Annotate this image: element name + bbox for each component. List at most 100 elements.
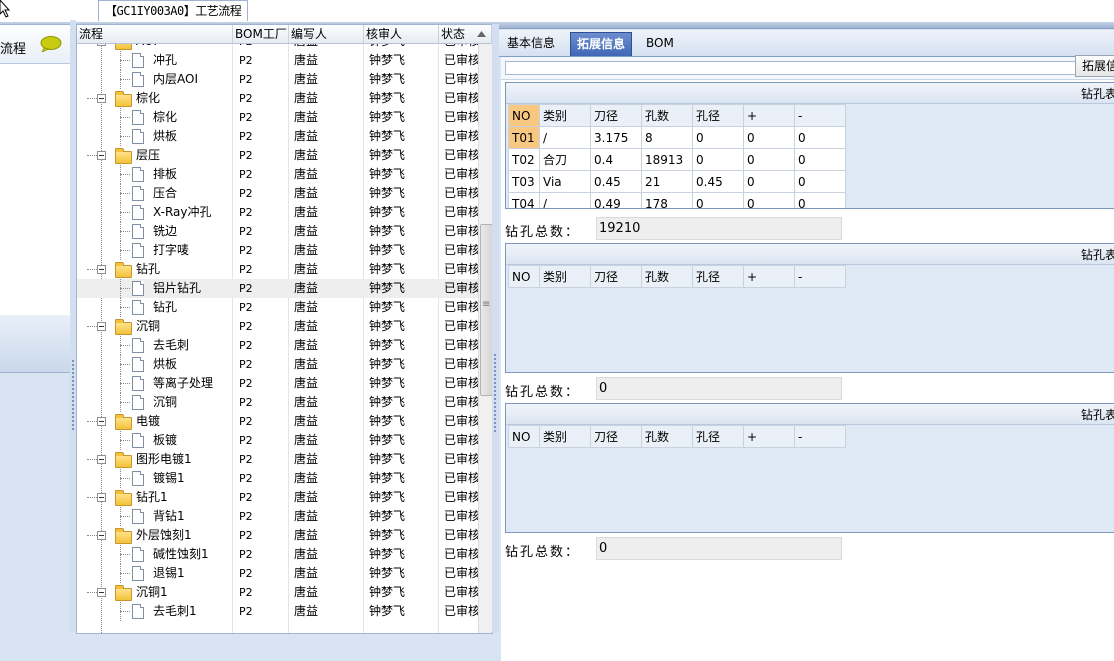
column-header-reviewer[interactable]: 核审人 <box>364 25 439 43</box>
table-header-cell[interactable]: 刀径 <box>590 425 642 448</box>
table-header-cell[interactable]: + <box>743 265 795 288</box>
table-row[interactable]: 钻孔 P2 唐益 钟梦飞 已审核 <box>77 260 478 279</box>
table-row[interactable]: 铝片钻孔 P2 唐益 钟梦飞 已审核 <box>77 279 478 298</box>
tab-basic-info[interactable]: 基本信息 <box>501 32 561 55</box>
author-cell: 唐益 <box>294 243 319 257</box>
collapse-toggle-icon[interactable] <box>97 94 106 103</box>
table-header-cell[interactable]: NO <box>508 104 540 127</box>
table-row[interactable]: 镀锡1 P2 唐益 钟梦飞 已审核 <box>77 469 478 488</box>
collapse-toggle-icon[interactable] <box>97 417 106 426</box>
table-header-cell[interactable]: 孔径 <box>692 265 744 288</box>
right-splitter[interactable] <box>492 24 499 632</box>
table-row[interactable]: 棕化 P2 唐益 钟梦飞 已审核 <box>77 89 478 108</box>
table-cell: / <box>539 126 591 149</box>
table-row[interactable]: 打字唛 P2 唐益 钟梦飞 已审核 <box>77 241 478 260</box>
table-row[interactable]: T04/0.49 178 0 0 0 <box>508 192 846 208</box>
vertical-scrollbar[interactable] <box>478 44 492 633</box>
table-header-cell[interactable]: - <box>794 265 846 288</box>
table-row[interactable]: 碱性蚀刻1 P2 唐益 钟梦飞 已审核 <box>77 545 478 564</box>
table-header-cell[interactable]: 孔数 <box>641 425 693 448</box>
table-header-cell[interactable]: 刀径 <box>590 104 642 127</box>
extended-search-input[interactable] <box>505 61 1077 75</box>
table-header-cell[interactable]: 孔数 <box>641 265 693 288</box>
collapse-toggle-icon[interactable] <box>97 151 106 160</box>
table-row[interactable]: 棕化 P2 唐益 钟梦飞 已审核 <box>77 108 478 127</box>
column-header-status[interactable]: 状态 <box>439 25 492 43</box>
chat-bubble-icon[interactable] <box>40 36 62 52</box>
table-row[interactable]: T02 合刀 0.4 18913 0 0 0 <box>508 148 846 171</box>
table-row[interactable]: 背钻1 P2 唐益 钟梦飞 已审核 <box>77 507 478 526</box>
bom-factory-cell: P2 <box>239 377 253 390</box>
drill-total-label: 钻孔总数： <box>505 385 581 400</box>
table-row[interactable]: 外层蚀刻1 P2 唐益 钟梦飞 已审核 <box>77 526 478 545</box>
column-header-bom-factory[interactable]: BOM工厂 <box>233 25 289 43</box>
column-header-process[interactable]: 流程 <box>77 25 233 43</box>
table-header-cell[interactable]: 类别 <box>539 104 591 127</box>
extended-info-button[interactable]: 拓展信 <box>1075 55 1114 77</box>
table-header-cell[interactable]: + <box>743 104 795 127</box>
collapse-toggle-icon[interactable] <box>97 588 106 597</box>
table-row[interactable]: T03 Via 0.45 21 0.45 0 0 <box>508 170 846 193</box>
table-row[interactable]: 层压 P2 唐益 钟梦飞 已审核 <box>77 146 478 165</box>
table-row[interactable]: 沉铜 P2 唐益 钟梦飞 已审核 <box>77 393 478 412</box>
extended-toolbar: 拓展信 <box>501 55 1114 80</box>
table-row[interactable]: 图形电镀1 P2 唐益 钟梦飞 已审核 <box>77 450 478 469</box>
table-row[interactable]: 排板 P2 唐益 钟梦飞 已审核 <box>77 165 478 184</box>
table-header-cell[interactable]: 孔数 <box>641 104 693 127</box>
table-row[interactable]: 铣边 P2 唐益 钟梦飞 已审核 <box>77 222 478 241</box>
table-header-cell[interactable]: - <box>794 425 846 448</box>
bom-factory-cell: P2 <box>239 206 253 219</box>
process-tab-title[interactable]: 【GC1IY003A0】工艺流程 <box>98 0 249 21</box>
process-step-name: 冲孔 <box>153 53 178 67</box>
navigation-header: 流程 <box>0 25 70 64</box>
table-row[interactable]: 等离子处理 P2 唐益 钟梦飞 已审核 <box>77 374 478 393</box>
column-header-author[interactable]: 编写人 <box>289 25 364 43</box>
table-row[interactable]: 烘板 P2 唐益 钟梦飞 已审核 <box>77 355 478 374</box>
table-row[interactable]: 退锡1 P2 唐益 钟梦飞 已审核 <box>77 564 478 583</box>
table-cell: 0.45 <box>590 170 642 193</box>
collapse-toggle-icon[interactable] <box>97 493 106 502</box>
collapse-toggle-icon[interactable] <box>97 455 106 464</box>
table-row[interactable]: 去毛刺1 P2 唐益 钟梦飞 已审核 <box>77 602 478 621</box>
table-header-cell[interactable]: - <box>794 104 846 127</box>
table-row[interactable]: 去毛刺 P2 唐益 钟梦飞 已审核 <box>77 336 478 355</box>
table-header-cell[interactable]: 孔径 <box>692 104 744 127</box>
table-row[interactable]: 电镀 P2 唐益 钟梦飞 已审核 <box>77 412 478 431</box>
table-header-cell[interactable]: NO <box>508 265 540 288</box>
status-cell: 已审核 <box>444 129 478 143</box>
table-row[interactable]: X-Ray冲孔 P2 唐益 钟梦飞 已审核 <box>77 203 478 222</box>
document-icon <box>132 395 144 410</box>
table-header-cell[interactable]: + <box>743 425 795 448</box>
table-row[interactable]: 压合 P2 唐益 钟梦飞 已审核 <box>77 184 478 203</box>
table-header-cell[interactable]: 孔径 <box>692 425 744 448</box>
table-row[interactable]: 烘板 P2 唐益 钟梦飞 已审核 <box>77 127 478 146</box>
table-row[interactable]: 板镀 P2 唐益 钟梦飞 已审核 <box>77 431 478 450</box>
bom-factory-cell: P2 <box>239 567 253 580</box>
table-row[interactable]: 沉铜1 P2 唐益 钟梦飞 已审核 <box>77 583 478 602</box>
author-cell: 唐益 <box>294 300 319 314</box>
collapse-toggle-icon[interactable] <box>97 322 106 331</box>
collapse-toggle-icon[interactable] <box>97 44 106 46</box>
tab-bom[interactable]: BOM <box>640 32 680 55</box>
table-row[interactable]: 沉铜 P2 唐益 钟梦飞 已审核 <box>77 317 478 336</box>
table-header-cell[interactable]: 类别 <box>539 265 591 288</box>
table-row[interactable]: 钻孔1 P2 唐益 钟梦飞 已审核 <box>77 488 478 507</box>
collapse-toggle-icon[interactable] <box>97 265 106 274</box>
folder-icon <box>115 585 132 601</box>
table-header-cell[interactable]: NO <box>508 425 540 448</box>
table-header-cell[interactable]: 刀径 <box>590 265 642 288</box>
document-icon <box>132 53 144 68</box>
table-row[interactable]: 钻孔 P2 唐益 钟梦飞 已审核 <box>77 298 478 317</box>
section-title: 钻孔表 <box>1080 248 1114 262</box>
table-row[interactable]: AOI P2 唐益 钟梦飞 已审核 <box>77 44 478 51</box>
status-cell: 已审核 <box>444 528 478 542</box>
table-row[interactable]: 冲孔 P2 唐益 钟梦飞 已审核 <box>77 51 478 70</box>
table-header-cell[interactable]: 类别 <box>539 425 591 448</box>
table-row[interactable]: T01/3.175 8 0 0 0 <box>508 126 846 149</box>
reviewer-cell: 钟梦飞 <box>369 376 406 390</box>
folder-icon <box>115 414 132 430</box>
table-row[interactable]: 内层AOI P2 唐益 钟梦飞 已审核 <box>77 70 478 89</box>
collapse-toggle-icon[interactable] <box>97 531 106 540</box>
tab-extended-info[interactable]: 拓展信息 <box>570 32 633 56</box>
mouse-cursor-icon <box>0 0 11 18</box>
